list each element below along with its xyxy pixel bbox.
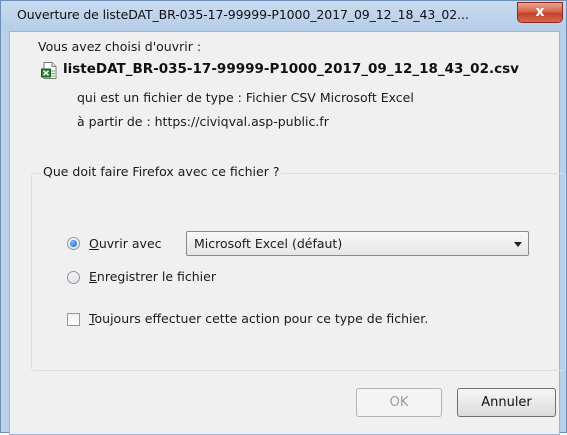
- action-group-legend: Que doit faire Firefox avec ce fichier ?: [41, 164, 282, 179]
- file-name: listeDAT_BR-035-17-99999-P1000_2017_09_1…: [63, 61, 519, 77]
- window-title: Ouverture de listeDAT_BR-035-17-99999-P1…: [17, 7, 469, 22]
- always-do-label[interactable]: Toujours effectuer cette action pour ce …: [89, 311, 428, 326]
- intro-text: Vous avez choisi d'ouvrir :: [38, 39, 202, 54]
- save-file-radio[interactable]: [67, 271, 80, 284]
- close-icon: x: [535, 4, 545, 20]
- open-with-app-value: Microsoft Excel (défaut): [194, 236, 343, 251]
- open-with-accesskey: O: [89, 236, 99, 251]
- save-file-label[interactable]: Enregistrer le fichier: [89, 269, 216, 284]
- chevron-down-icon: [514, 242, 522, 247]
- open-with-radio[interactable]: [67, 237, 80, 250]
- ok-button[interactable]: OK: [356, 388, 442, 417]
- cancel-button[interactable]: Annuler: [457, 388, 556, 417]
- close-button[interactable]: x: [517, 2, 563, 23]
- file-type-line: qui est un fichier de type : Fichier CSV…: [77, 90, 414, 105]
- open-with-app-select[interactable]: Microsoft Excel (défaut): [186, 231, 529, 256]
- excel-csv-file-icon: [41, 62, 57, 79]
- always-do-label-text: oujours effectuer cette action pour ce t…: [94, 311, 429, 326]
- always-do-checkbox[interactable]: [67, 313, 80, 326]
- file-source-line: à partir de : https://civiqval.asp-publi…: [77, 114, 329, 129]
- save-file-accesskey: E: [89, 269, 97, 284]
- save-file-label-text: nregistrer le fichier: [96, 269, 216, 284]
- open-with-label[interactable]: Ouvrir avec: [89, 236, 162, 251]
- open-with-label-text: uvrir avec: [98, 236, 162, 251]
- title-bar[interactable]: Ouverture de listeDAT_BR-035-17-99999-P1…: [1, 1, 566, 31]
- download-dialog-window: Ouverture de listeDAT_BR-035-17-99999-P1…: [0, 0, 567, 435]
